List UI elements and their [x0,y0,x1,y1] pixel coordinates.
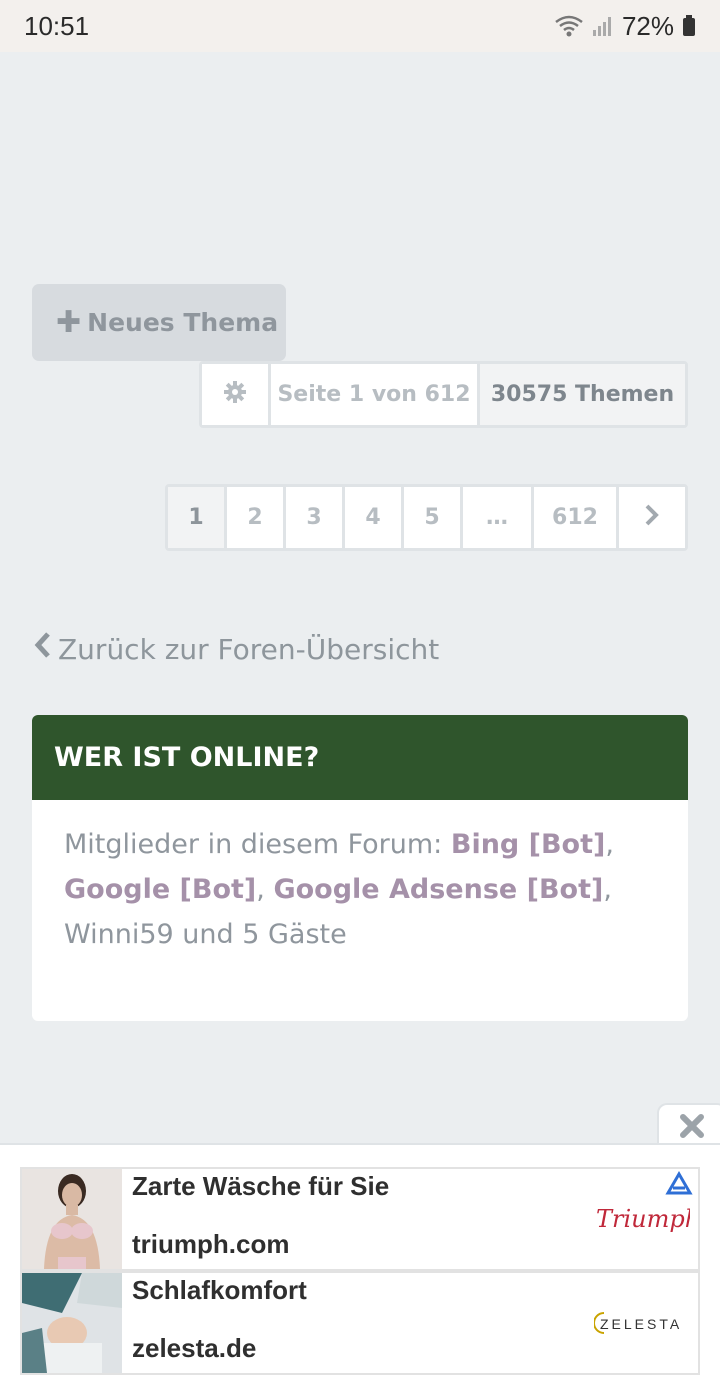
online-separator: , [603,874,612,905]
next-page-button[interactable] [619,487,685,548]
ad-logo-text: ZELESTA [600,1316,682,1332]
topic-count: 30575 Themen [480,364,685,425]
topic-tools-button[interactable] [202,364,268,425]
chevron-left-icon [34,631,52,667]
new-topic-label: Neues Thema [87,308,279,337]
status-bar: 10:51 72% [0,0,720,52]
pagination: 1 2 3 4 5 … 612 [165,484,688,551]
back-link-label: Zurück zur Foren-Übersicht [58,632,440,666]
status-time: 10:51 [24,10,90,41]
ad-domain: zelesta.de [132,1333,257,1363]
online-separator: , [256,874,274,905]
who-is-online-panel: WER IST ONLINE? Mitglieder in diesem For… [32,715,688,1021]
online-bot-link[interactable]: Bing [Bot] [451,829,606,860]
online-bot-link[interactable]: Google Adsense [Bot] [273,874,603,905]
ad-title: Schlafkomfort [132,1275,307,1305]
online-prefix: Mitglieder in diesem Forum: [64,829,451,860]
ad-domain: triumph.com [132,1229,290,1259]
page-link-5[interactable]: 5 [404,487,460,548]
chevron-right-icon [644,503,660,533]
online-body: Mitglieder in diesem Forum: Bing [Bot], … [32,800,688,957]
signal-icon [592,14,614,38]
online-bot-link[interactable]: Google [Bot] [64,874,256,905]
page-link-2[interactable]: 2 [227,487,283,548]
page-link-1[interactable]: 1 [168,487,224,548]
zelesta-logo: ZELESTA [593,1303,690,1348]
page-indicator[interactable]: Seite 1 von 612 [271,364,477,425]
online-suffix: und 5 Gäste [173,919,347,950]
close-icon [679,1112,705,1147]
ad-thumbnail [22,1273,122,1373]
ad-item[interactable]: Schlafkomfort zelesta.de ZELESTA [20,1271,700,1375]
online-separator: , [605,829,614,860]
topic-tools-bar: Seite 1 von 612 30575 Themen [199,361,688,428]
adchoices-icon[interactable] [664,1171,694,1200]
wifi-icon [554,14,584,38]
ad-title: Zarte Wäsche für Sie [132,1171,390,1201]
triumph-logo: Triumph [594,1199,700,1244]
status-icons: 72% [554,11,696,42]
page-link-4[interactable]: 4 [345,487,401,548]
ad-thumbnail [22,1169,122,1269]
ad-logo-text: Triumph [596,1205,690,1233]
plus-icon: ✚ [56,304,82,340]
gear-icon [223,380,247,410]
page-link-3[interactable]: 3 [286,487,342,548]
battery-label: 72% [621,10,674,41]
back-to-forum-link[interactable]: Zurück zur Foren-Übersicht [34,628,439,670]
battery-icon [682,14,696,38]
ad-item[interactable]: Zarte Wäsche für Sie triumph.com Triumph [20,1167,700,1271]
page-ellipsis[interactable]: … [463,487,531,548]
new-topic-button[interactable]: ✚ Neues Thema [32,284,286,361]
online-heading: WER IST ONLINE? [32,715,688,800]
ad-banner: Zarte Wäsche für Sie triumph.com Triumph [0,1143,720,1375]
page-link-last[interactable]: 612 [534,487,616,548]
online-user: Winni59 [64,919,174,950]
